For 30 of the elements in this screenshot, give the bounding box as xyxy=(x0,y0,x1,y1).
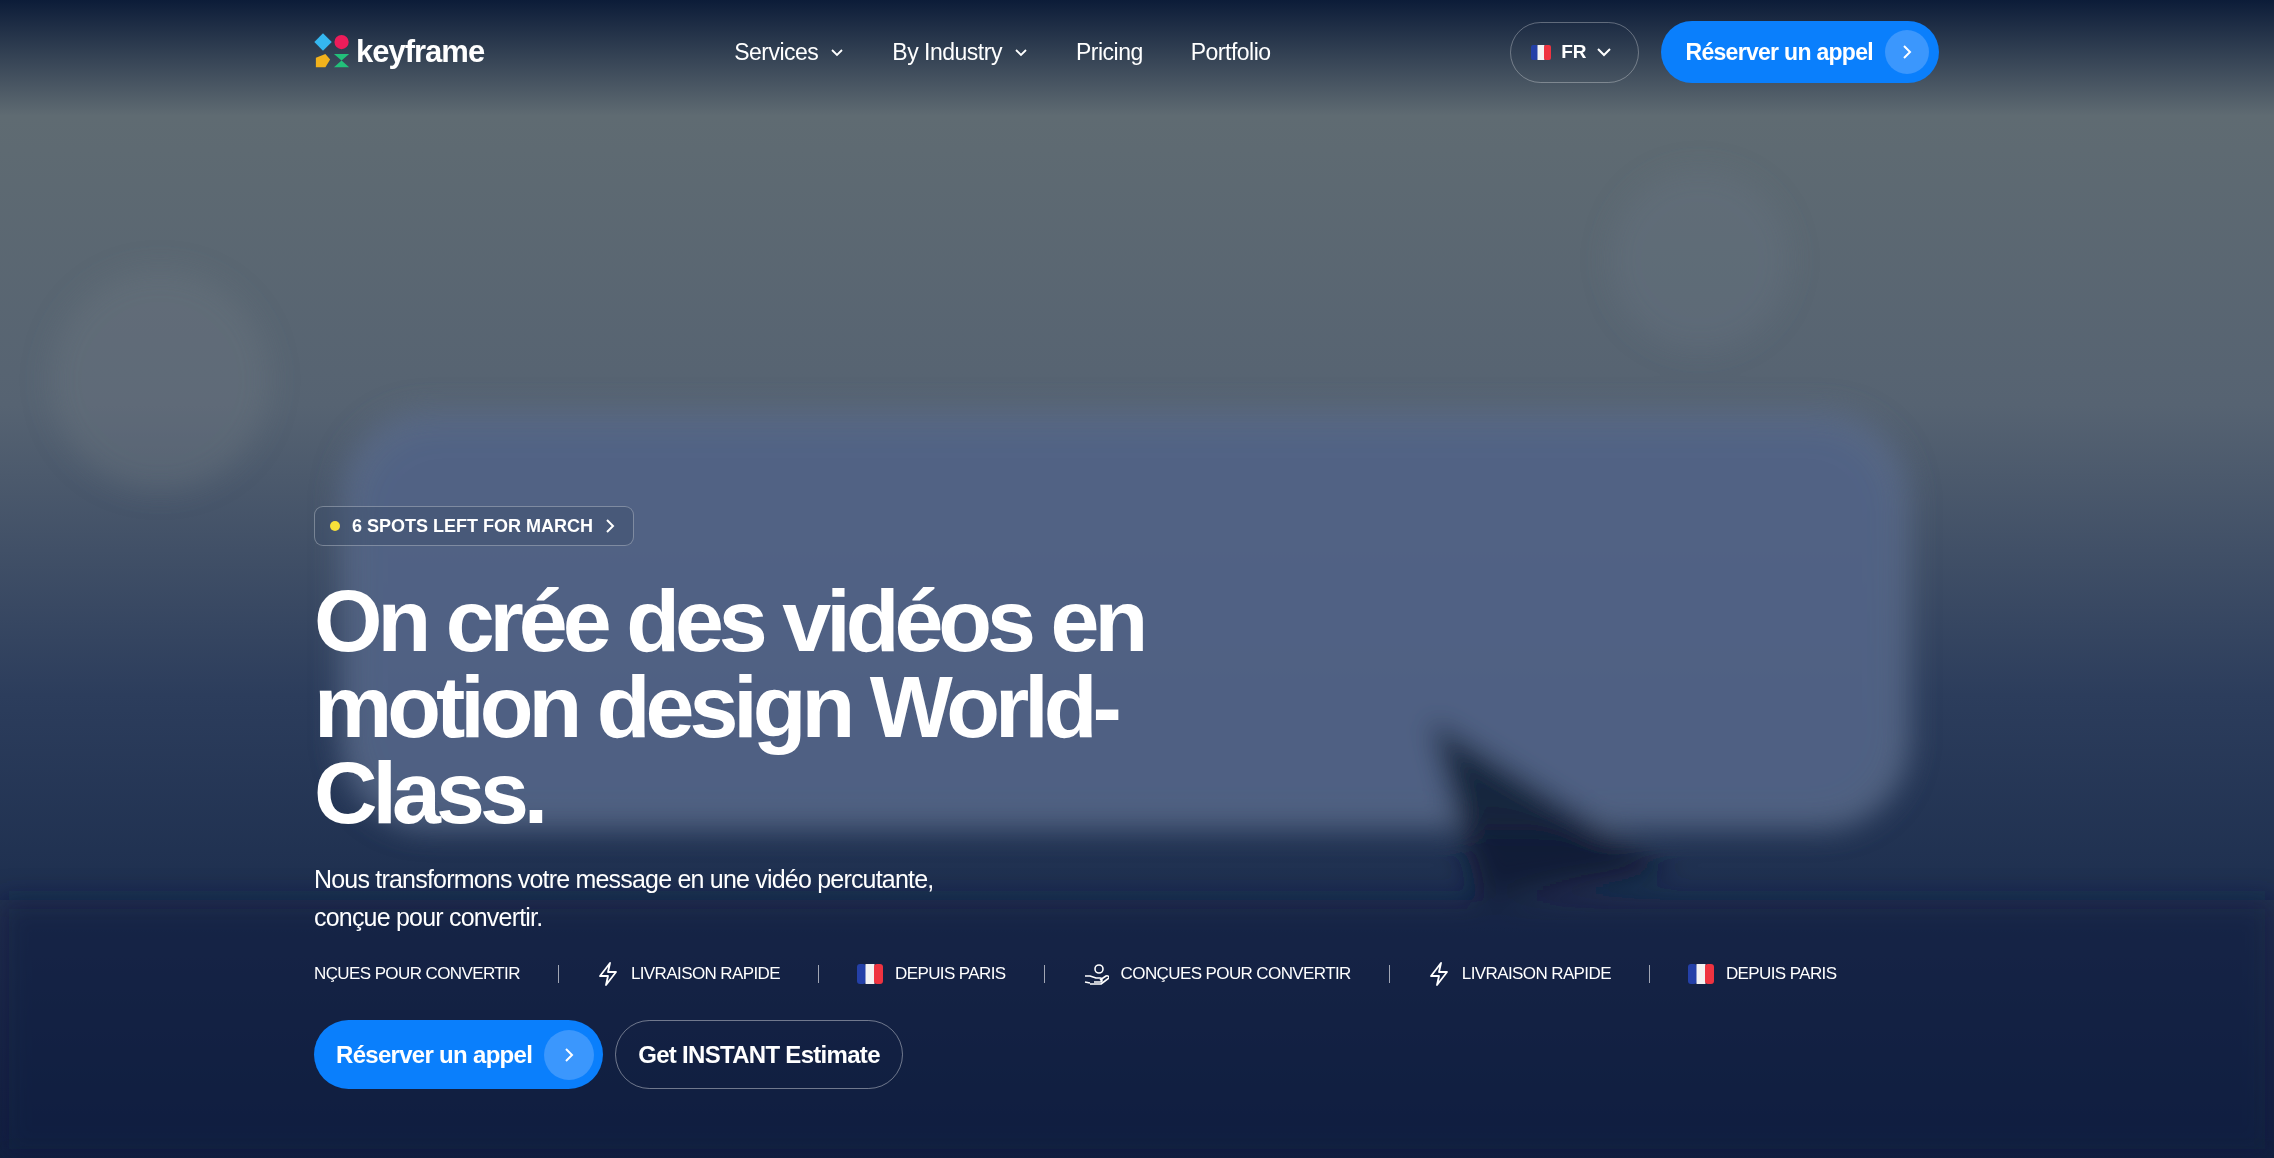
nav-link[interactable]: Services xyxy=(734,38,845,66)
hand-coin-icon xyxy=(1082,963,1109,985)
chevron-down-icon xyxy=(1596,47,1613,57)
nav-link[interactable]: Portfolio xyxy=(1190,38,1271,66)
book-call-button[interactable]: Réserver un appel xyxy=(1661,21,1939,83)
book-call-button[interactable]: Réserver un appel xyxy=(314,1020,604,1089)
nav-link[interactable]: By Industry xyxy=(892,38,1028,66)
france-flag-icon xyxy=(1687,964,1714,984)
feature-label: LIVRAISON RAPIDE xyxy=(1461,964,1611,984)
hero-heading: On crée des vidéos en motion design World- Class. xyxy=(314,578,1145,836)
lightning-icon xyxy=(596,961,619,987)
badge-text: 6 SPOTS LEFT FOR MARCH xyxy=(352,515,593,537)
chevron-right-icon xyxy=(1901,44,1913,60)
hero-subtitle: Nous transformons votre message en une vidéo percutante, conçue pour convertir. xyxy=(314,864,935,933)
chevron-right-icon xyxy=(563,1046,576,1063)
chevron-down-icon xyxy=(830,47,845,57)
availability-badge[interactable]: 6 SPOTS LEFT FOR MARCH xyxy=(314,506,634,546)
feature-label: LIVRAISON RAPIDE xyxy=(630,964,780,984)
feature-label: NÇUES POUR CONVERTIR xyxy=(314,964,520,984)
lightning-icon xyxy=(1427,961,1450,987)
france-flag-icon xyxy=(1531,44,1552,60)
france-flag-icon xyxy=(857,964,883,984)
feature-label: DEPUIS PARIS xyxy=(1725,964,1837,984)
logo-text[interactable]: keyframe xyxy=(356,34,485,70)
chevron-right-icon xyxy=(605,518,615,534)
chevron-down-icon xyxy=(1013,47,1028,57)
feature-label: DEPUIS PARIS xyxy=(895,964,1006,984)
nav-link[interactable]: Pricing xyxy=(1075,38,1143,66)
feature-label: CONÇUES POUR CONVERTIR xyxy=(1120,964,1351,984)
status-dot-icon xyxy=(330,521,340,531)
